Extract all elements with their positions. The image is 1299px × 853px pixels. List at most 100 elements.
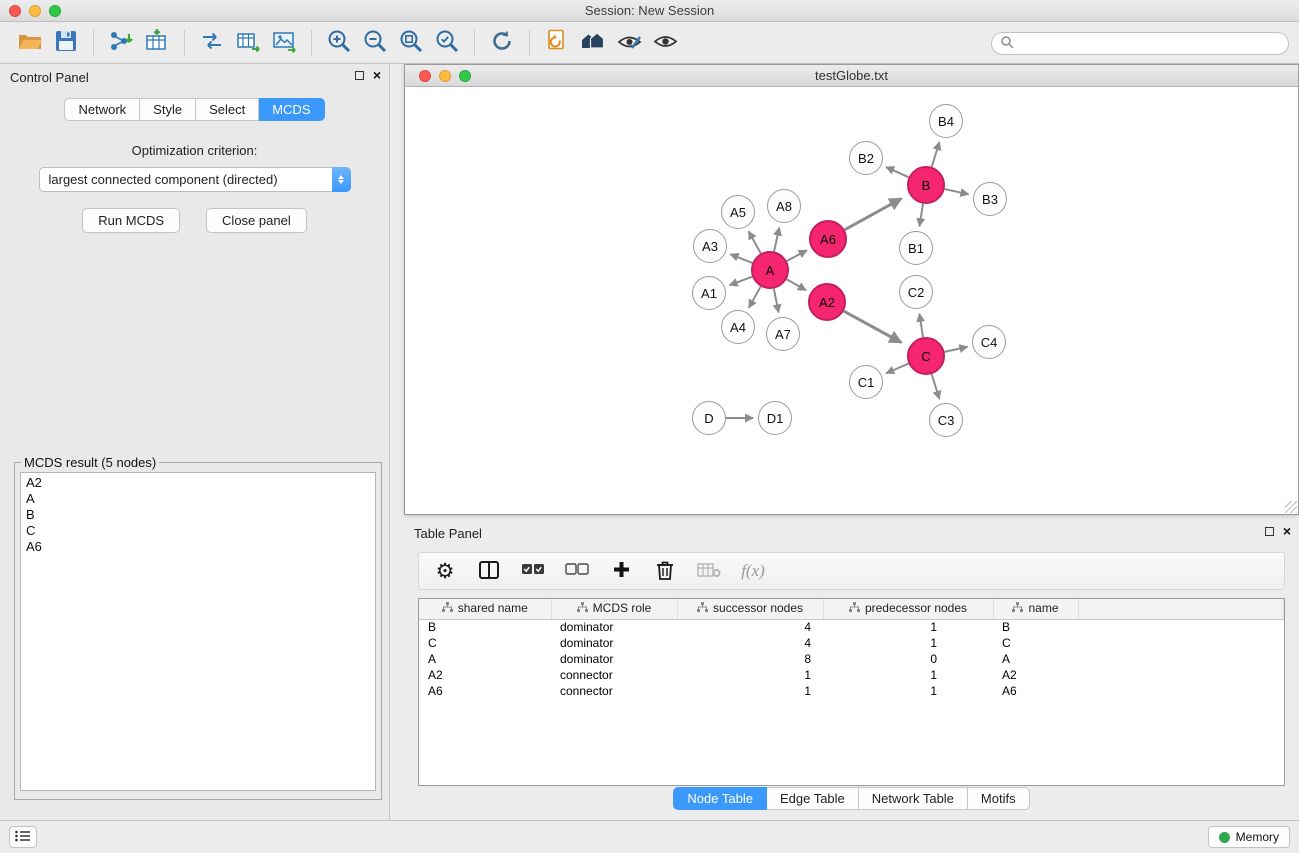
- table-tab-edge-table[interactable]: Edge Table: [767, 787, 859, 810]
- graph-edge-A6-B[interactable]: [845, 199, 902, 230]
- float-panel-icon[interactable]: [355, 71, 364, 80]
- float-table-panel-icon[interactable]: [1265, 527, 1274, 536]
- mcds-result-list[interactable]: A2ABCA6: [20, 472, 376, 791]
- run-mcds-button[interactable]: Run MCDS: [82, 208, 180, 233]
- add-row-button[interactable]: [609, 556, 633, 586]
- control-panel-tab-select[interactable]: Select: [196, 98, 259, 121]
- global-search-input[interactable]: [1014, 34, 1288, 53]
- function-builder-button[interactable]: f(x): [741, 556, 765, 586]
- minimize-network-window-button[interactable]: [439, 70, 451, 82]
- graph-edge-A-A2[interactable]: [787, 279, 807, 290]
- result-item[interactable]: A: [26, 491, 370, 507]
- graph-node-A7[interactable]: A7: [766, 317, 800, 351]
- graph-node-C[interactable]: C: [907, 337, 945, 375]
- graph-node-B1[interactable]: B1: [899, 231, 933, 265]
- result-item[interactable]: B: [26, 507, 370, 523]
- table-row[interactable]: Cdominator41C: [419, 635, 1284, 651]
- export-table-button[interactable]: [230, 27, 266, 59]
- control-panel-tab-style[interactable]: Style: [140, 98, 196, 121]
- save-session-button[interactable]: [48, 27, 84, 59]
- table-row[interactable]: Adominator80A: [419, 651, 1284, 667]
- result-item[interactable]: A6: [26, 539, 370, 555]
- table-row[interactable]: A6connector11A6: [419, 683, 1284, 699]
- graph-node-B3[interactable]: B3: [973, 182, 1007, 216]
- column-header-MCDS-role[interactable]: MCDS role: [551, 599, 677, 619]
- graph-node-B2[interactable]: B2: [849, 141, 883, 175]
- column-header-successor-nodes[interactable]: successor nodes: [677, 599, 823, 619]
- control-panel-tab-mcds[interactable]: MCDS: [259, 98, 324, 121]
- network-canvas[interactable]: A A2 A6 B C A1 A3 A4 A5 A7 A8 B1 B2 B3 B4 C1 C2 C3 C4 D D1: [405, 87, 1298, 514]
- graph-edge-C-C2[interactable]: [919, 314, 923, 337]
- network-window-titlebar[interactable]: testGlobe.txt: [405, 65, 1298, 87]
- graph-node-D1[interactable]: D1: [758, 401, 792, 435]
- graph-node-A2[interactable]: A2: [808, 283, 846, 321]
- select-all-button[interactable]: [521, 556, 545, 586]
- graph-edge-A-A8[interactable]: [774, 227, 779, 251]
- graph-node-C3[interactable]: C3: [929, 403, 963, 437]
- graph-edge-C-C4[interactable]: [945, 347, 968, 352]
- import-table-button[interactable]: [139, 27, 175, 59]
- deselect-all-button[interactable]: [565, 556, 589, 586]
- memory-button[interactable]: Memory: [1208, 826, 1290, 848]
- graph-node-A3[interactable]: A3: [693, 229, 727, 263]
- close-panel-button[interactable]: Close panel: [206, 208, 307, 233]
- graphics-details-button[interactable]: [611, 27, 647, 59]
- close-window-button[interactable]: [9, 5, 21, 17]
- zoom-window-button[interactable]: [49, 5, 61, 17]
- close-table-panel-icon[interactable]: ×: [1283, 526, 1291, 536]
- delete-rows-button[interactable]: [653, 556, 677, 586]
- graph-node-A8[interactable]: A8: [767, 189, 801, 223]
- graph-node-A[interactable]: A: [751, 251, 789, 289]
- export-network-button[interactable]: [194, 27, 230, 59]
- graph-node-A4[interactable]: A4: [721, 310, 755, 344]
- column-header-predecessor-nodes[interactable]: predecessor nodes: [823, 599, 993, 619]
- column-header-shared-name[interactable]: shared name: [419, 599, 551, 619]
- table-settings-button[interactable]: ⚙: [433, 556, 457, 586]
- close-panel-icon[interactable]: ×: [373, 70, 381, 80]
- minimize-window-button[interactable]: [29, 5, 41, 17]
- close-network-window-button[interactable]: [419, 70, 431, 82]
- graph-node-B4[interactable]: B4: [929, 104, 963, 138]
- graph-node-A1[interactable]: A1: [692, 276, 726, 310]
- table-row[interactable]: Bdominator41B: [419, 619, 1284, 635]
- graph-edge-A-A1[interactable]: [730, 277, 753, 286]
- graph-node-C4[interactable]: C4: [972, 325, 1006, 359]
- delete-table-button[interactable]: [697, 556, 721, 586]
- graph-edge-B-B3[interactable]: [945, 189, 969, 194]
- show-columns-button[interactable]: [477, 556, 501, 586]
- graph-node-C1[interactable]: C1: [849, 365, 883, 399]
- graph-node-A6[interactable]: A6: [809, 220, 847, 258]
- optimization-criterion-select[interactable]: largest connected component (directed): [39, 167, 351, 192]
- table-tab-network-table[interactable]: Network Table: [859, 787, 968, 810]
- show-hide-view-button[interactable]: [647, 27, 683, 59]
- table-row[interactable]: A2connector11A2: [419, 667, 1284, 683]
- export-image-button[interactable]: [266, 27, 302, 59]
- refresh-view-button[interactable]: [484, 27, 520, 59]
- open-session-document-button[interactable]: [539, 27, 575, 59]
- task-history-button[interactable]: [9, 826, 37, 848]
- graph-edge-C-C1[interactable]: [886, 364, 908, 374]
- table-tab-node-table[interactable]: Node Table: [673, 787, 767, 810]
- graph-node-B[interactable]: B: [907, 166, 945, 204]
- home-layouts-button[interactable]: [575, 27, 611, 59]
- zoom-network-window-button[interactable]: [459, 70, 471, 82]
- graph-edge-A-A5[interactable]: [749, 231, 761, 253]
- graph-edge-A-A4[interactable]: [749, 287, 761, 308]
- graph-edge-A2-C[interactable]: [844, 311, 902, 342]
- zoom-in-button[interactable]: [321, 27, 357, 59]
- table-tab-motifs[interactable]: Motifs: [968, 787, 1030, 810]
- graph-node-C2[interactable]: C2: [899, 275, 933, 309]
- zoom-out-button[interactable]: [357, 27, 393, 59]
- graph-edge-B-B2[interactable]: [886, 167, 909, 177]
- result-item[interactable]: A2: [26, 475, 370, 491]
- graph-edge-A-A6[interactable]: [787, 250, 807, 261]
- zoom-fit-button[interactable]: [393, 27, 429, 59]
- control-panel-tab-network[interactable]: Network: [64, 98, 140, 121]
- graph-node-A5[interactable]: A5: [721, 195, 755, 229]
- graph-node-D[interactable]: D: [692, 401, 726, 435]
- graph-edge-A-A7[interactable]: [774, 289, 779, 313]
- result-item[interactable]: C: [26, 523, 370, 539]
- zoom-selected-button[interactable]: [429, 27, 465, 59]
- window-resize-grip[interactable]: [1285, 501, 1297, 513]
- graph-edge-C-C3[interactable]: [932, 374, 940, 399]
